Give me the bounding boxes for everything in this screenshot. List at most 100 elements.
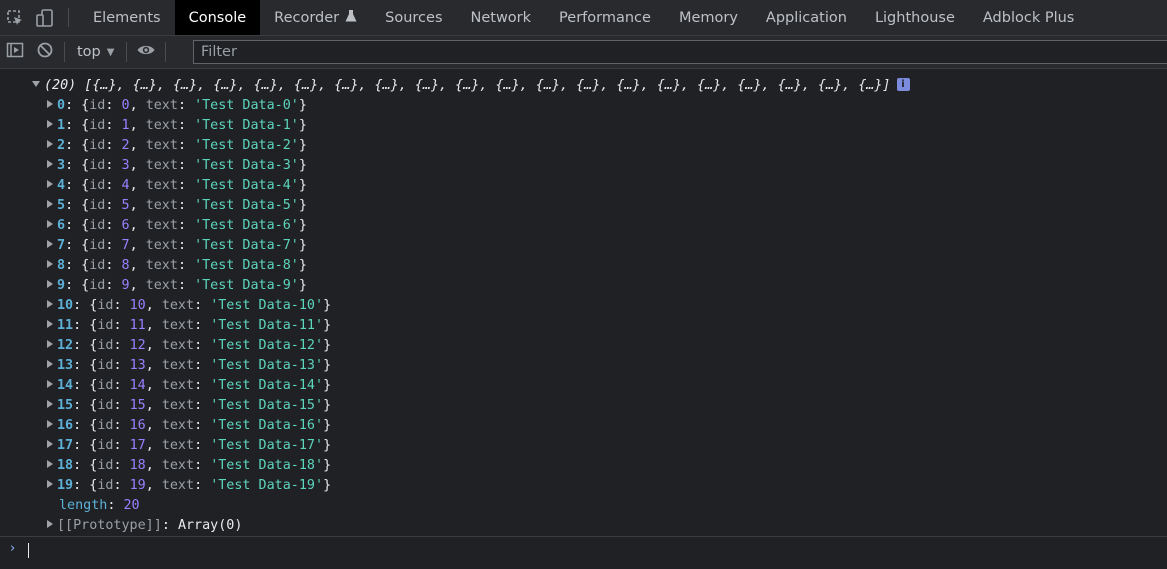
tab-network[interactable]: Network	[457, 0, 546, 35]
tab-lighthouse[interactable]: Lighthouse	[861, 0, 969, 35]
entry-punct-open: : {	[65, 218, 90, 233]
entry-index: 7	[57, 238, 66, 253]
clear-console-icon	[35, 40, 55, 64]
info-icon[interactable]: i	[896, 77, 910, 91]
text-cursor	[28, 543, 29, 558]
entry-text-value: 'Test Data-2'	[194, 138, 299, 153]
expand-triangle-icon[interactable]	[47, 220, 53, 228]
array-entry-row[interactable]: 11: {id: 11, text: 'Test Data-11'}	[0, 316, 1167, 336]
prop-id-key: id	[97, 338, 114, 353]
expand-triangle-icon[interactable]	[47, 360, 53, 368]
prop-text-key: text	[145, 238, 178, 253]
tab-performance[interactable]: Performance	[545, 0, 665, 35]
tab-memory[interactable]: Memory	[665, 0, 752, 35]
expand-triangle-icon[interactable]	[47, 100, 53, 108]
inspect-element-icon[interactable]	[0, 0, 30, 35]
entry-id-value: 12	[129, 338, 146, 353]
array-entry-row[interactable]: 4: {id: 4, text: 'Test Data-4'}	[0, 176, 1167, 196]
tab-console[interactable]: Console	[174, 0, 261, 35]
expand-triangle-icon[interactable]	[47, 340, 53, 348]
array-entry-row[interactable]: 5: {id: 5, text: 'Test Data-5'}	[0, 196, 1167, 216]
array-entry-row[interactable]: 17: {id: 17, text: 'Test Data-17'}	[0, 436, 1167, 456]
entry-punct-close: }	[298, 218, 307, 233]
expand-triangle-icon[interactable]	[47, 480, 53, 488]
array-entry-row[interactable]: 15: {id: 15, text: 'Test Data-15'}	[0, 396, 1167, 416]
array-entry-row[interactable]: 9: {id: 9, text: 'Test Data-9'}	[0, 276, 1167, 296]
array-entry-row[interactable]: 12: {id: 12, text: 'Test Data-12'}	[0, 336, 1167, 356]
expand-triangle-icon[interactable]	[47, 460, 53, 468]
entry-punct-open: : {	[65, 238, 90, 253]
prop-id-key: id	[89, 218, 106, 233]
tab-label: Elements	[93, 9, 161, 26]
entry-index: 4	[57, 178, 66, 193]
entry-id-value: 6	[121, 218, 130, 233]
entry-punct: ,	[145, 378, 162, 393]
entry-punct: :	[113, 318, 130, 333]
tab-sources[interactable]: Sources	[371, 0, 456, 35]
console-prompt[interactable]: ›	[0, 536, 1167, 564]
entry-punct-close: }	[323, 418, 332, 433]
array-entry-row[interactable]: 0: {id: 0, text: 'Test Data-0'}	[0, 96, 1167, 116]
tab-adblock-plus[interactable]: Adblock Plus	[969, 0, 1088, 35]
entry-index: 17	[57, 438, 74, 453]
expand-triangle-icon[interactable]	[47, 160, 53, 168]
tab-elements[interactable]: Elements	[79, 0, 175, 35]
expand-triangle-icon[interactable]	[47, 280, 53, 288]
entry-punct: :	[177, 178, 195, 193]
tab-application[interactable]: Application	[752, 0, 861, 35]
array-entry-row[interactable]: 3: {id: 3, text: 'Test Data-3'}	[0, 156, 1167, 176]
entry-punct-open: : {	[73, 298, 98, 313]
prototype-row[interactable]: [[Prototype]]: Array(0)	[0, 516, 1167, 536]
length-row: length: 20	[0, 496, 1167, 516]
array-entry-row[interactable]: 19: {id: 19, text: 'Test Data-19'}	[0, 476, 1167, 496]
entry-id-value: 1	[121, 118, 130, 133]
entry-id-value: 18	[129, 458, 146, 473]
collapse-triangle-icon[interactable]	[32, 81, 40, 87]
entry-punct: :	[177, 238, 195, 253]
array-entry-row[interactable]: 1: {id: 1, text: 'Test Data-1'}	[0, 116, 1167, 136]
array-entry-row[interactable]: 7: {id: 7, text: 'Test Data-7'}	[0, 236, 1167, 256]
prop-text-key: text	[145, 198, 178, 213]
live-expression-button[interactable]	[131, 36, 161, 68]
device-toolbar-icon[interactable]	[30, 0, 60, 35]
clear-console-button[interactable]	[30, 36, 60, 68]
expand-triangle-icon[interactable]	[47, 420, 53, 428]
expand-triangle-icon[interactable]	[47, 120, 53, 128]
expand-triangle-icon[interactable]	[47, 320, 53, 328]
array-entry-row[interactable]: 18: {id: 18, text: 'Test Data-18'}	[0, 456, 1167, 476]
entry-punct-open: : {	[65, 198, 90, 213]
entry-punct: ,	[129, 118, 146, 133]
array-entry-row[interactable]: 14: {id: 14, text: 'Test Data-14'}	[0, 376, 1167, 396]
expand-triangle-icon[interactable]	[47, 180, 53, 188]
toolbar-separator	[165, 42, 167, 62]
expand-triangle-icon[interactable]	[47, 520, 53, 528]
array-entry-row[interactable]: 10: {id: 10, text: 'Test Data-10'}	[0, 296, 1167, 316]
tab-label: Performance	[559, 9, 651, 26]
filter-input[interactable]	[193, 40, 1167, 64]
expand-triangle-icon[interactable]	[47, 440, 53, 448]
expand-triangle-icon[interactable]	[47, 140, 53, 148]
array-summary-row[interactable]: (20) [{…}, {…}, {…}, {…}, {…}, {…}, {…},…	[0, 76, 1167, 96]
prop-id-key: id	[97, 458, 114, 473]
entry-index: 14	[57, 378, 74, 393]
prop-text-key: text	[161, 418, 195, 433]
prop-id-key: id	[97, 298, 114, 313]
expand-triangle-icon[interactable]	[47, 200, 53, 208]
array-entry-row[interactable]: 6: {id: 6, text: 'Test Data-6'}	[0, 216, 1167, 236]
context-selector[interactable]: top ▼	[69, 36, 122, 68]
show-sidebar-button[interactable]	[0, 36, 30, 68]
array-entry-row[interactable]: 13: {id: 13, text: 'Test Data-13'}	[0, 356, 1167, 376]
expand-triangle-icon[interactable]	[47, 300, 53, 308]
array-entry-row[interactable]: 2: {id: 2, text: 'Test Data-2'}	[0, 136, 1167, 156]
expand-triangle-icon[interactable]	[47, 400, 53, 408]
array-entry-row[interactable]: 8: {id: 8, text: 'Test Data-8'}	[0, 256, 1167, 276]
entry-punct-close: }	[323, 378, 332, 393]
expand-triangle-icon[interactable]	[47, 240, 53, 248]
tab-recorder[interactable]: Recorder	[260, 0, 371, 35]
entry-index: 0	[57, 98, 66, 113]
array-entry-row[interactable]: 16: {id: 16, text: 'Test Data-16'}	[0, 416, 1167, 436]
expand-triangle-icon[interactable]	[47, 380, 53, 388]
expand-triangle-icon[interactable]	[47, 260, 53, 268]
entry-punct: ,	[145, 458, 162, 473]
entry-punct-open: : {	[65, 158, 90, 173]
